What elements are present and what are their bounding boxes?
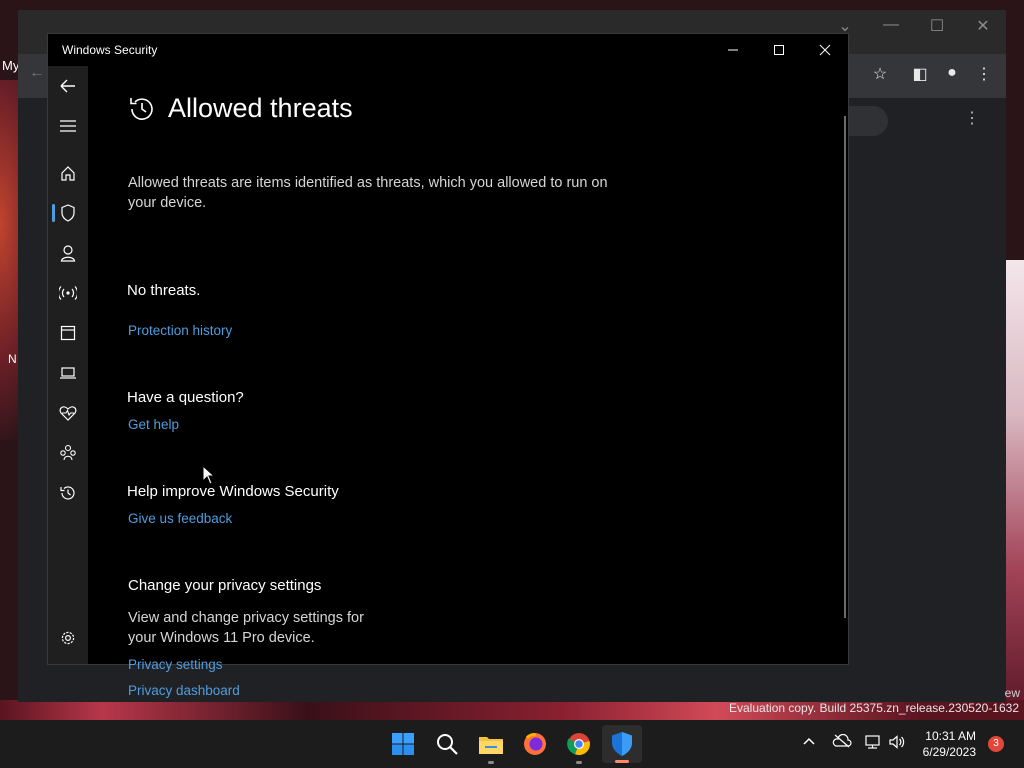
browser-menu-icon[interactable]: ⋮ [973,64,995,84]
history-icon [130,97,153,120]
no-threats-status: No threats. [127,282,201,299]
volume-button[interactable] [888,734,906,753]
privacy-description: View and change privacy settings for you… [128,610,364,646]
nav-home[interactable] [48,153,88,193]
close-icon [819,44,831,56]
profile-icon[interactable]: ● [941,64,963,82]
nav-device-security[interactable] [48,353,88,393]
firefox-icon [524,733,546,755]
navigation-rail [48,66,88,664]
browser-close-icon[interactable]: ✕ [968,16,998,36]
get-help-link[interactable]: Get help [128,417,179,432]
question-heading: Have a question? [127,389,244,406]
active-indicator [615,760,629,763]
family-icon [60,444,76,461]
nav-firewall[interactable] [48,273,88,313]
nav-family-options[interactable] [48,433,88,473]
taskbar: 10:31 AM 6/29/2023 3 [0,720,1024,768]
clock-time: 10:31 AM [925,729,976,743]
side-panel-icon[interactable]: ◧ [909,64,931,84]
browser-maximize-icon[interactable]: ☐ [922,16,952,36]
windows-security-shield-icon [612,732,632,756]
protection-history-link[interactable]: Protection history [128,323,232,338]
app-browser-icon [60,325,76,341]
nav-account-protection[interactable] [48,233,88,273]
main-content: Allowed threats Allowed threats are item… [88,66,848,698]
onedrive-button[interactable] [832,733,852,751]
improve-heading: Help improve Windows Security [127,483,339,500]
minimize-button[interactable] [710,34,756,66]
search-icon [437,734,458,755]
folder-icon [479,737,503,754]
device-security-icon [60,367,76,379]
account-icon [60,245,76,262]
close-button[interactable] [802,34,848,66]
menu-icon [60,120,76,132]
running-indicator [576,761,582,764]
speaker-icon [889,735,905,749]
network-wired-icon [865,735,880,749]
notification-badge[interactable]: 3 [988,736,1004,752]
settings-icon [61,631,75,645]
content-scrollbar[interactable] [844,116,846,618]
feedback-link[interactable]: Give us feedback [128,511,232,526]
show-hidden-icons-button[interactable] [802,734,816,751]
file-explorer-button[interactable] [475,728,507,764]
evaluation-watermark: Evaluation copy. Build 25375.zn_release.… [729,701,1019,715]
running-indicator [488,761,494,764]
page-title: Allowed threats [168,93,353,123]
history-icon [60,486,75,500]
minimize-icon [728,49,738,51]
nav-app-browser-control[interactable] [48,313,88,353]
nav-device-health[interactable] [48,393,88,433]
back-icon [60,79,75,93]
nav-virus-protection[interactable] [48,193,88,233]
search-button[interactable] [431,728,463,760]
chevron-up-icon [803,737,815,745]
mouse-cursor-icon [202,465,216,485]
chrome-icon [567,733,590,756]
shield-icon [61,204,75,222]
windows-security-button[interactable] [602,725,642,763]
browser-minimize-icon[interactable]: — [876,16,906,34]
onedrive-offline-icon [832,733,852,748]
network-icon [59,286,77,300]
start-button[interactable] [387,728,419,760]
maximize-button[interactable] [756,34,802,66]
clock-date: 6/29/2023 [922,745,976,759]
nav-protection-history[interactable] [48,473,88,513]
page-header: Allowed threats [128,93,353,124]
window-titlebar[interactable]: Windows Security [48,34,848,66]
bookmark-star-icon[interactable]: ☆ [869,64,891,84]
privacy-heading: Change your privacy settings [128,577,322,594]
desktop-text-fragment: My [2,58,20,73]
desktop-text-fragment: N [8,352,17,366]
back-button[interactable] [48,66,88,106]
windows-logo-icon [392,733,414,755]
page-description: Allowed threats are items identified as … [128,175,608,211]
window-title: Windows Security [62,43,158,57]
firefox-button[interactable] [519,728,551,760]
nav-settings[interactable] [48,618,88,658]
windows-security-window: Windows Security Allowed threats Allowed… [47,33,849,698]
maximize-icon [774,45,784,55]
network-status-button[interactable] [864,734,882,753]
privacy-settings-link[interactable]: Privacy settings [128,657,223,672]
page-more-icon[interactable]: ⋮ [961,108,983,128]
chrome-button[interactable] [563,728,595,764]
clock[interactable]: 10:31 AM 6/29/2023 [923,728,976,760]
browser-page-search-box[interactable] [848,106,888,136]
menu-button[interactable] [48,106,88,146]
privacy-dashboard-link[interactable]: Privacy dashboard [128,683,240,698]
device-health-icon [59,406,77,421]
home-icon [61,166,75,181]
browser-back-icon[interactable]: ← [26,64,48,82]
watermark-fragment: ew [1004,686,1020,700]
